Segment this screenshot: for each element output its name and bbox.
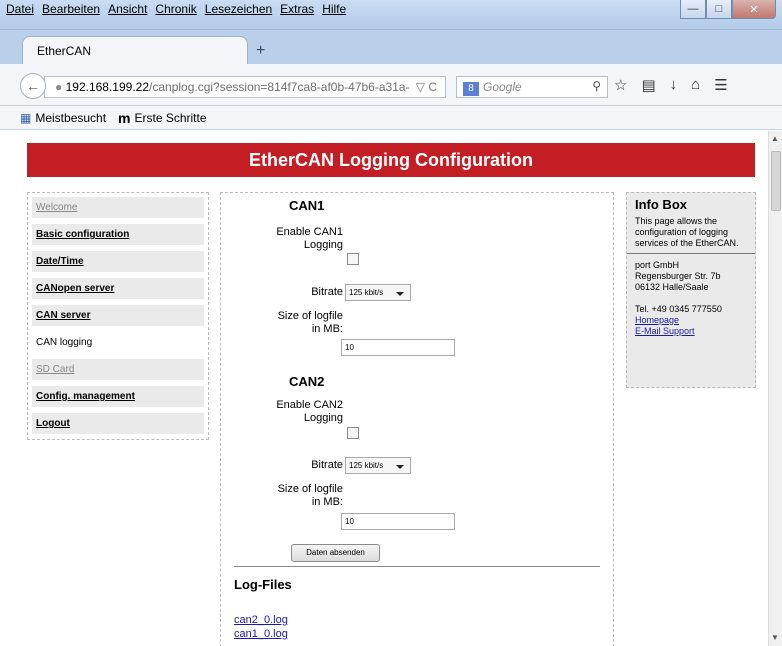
url-bar[interactable]: ● 192.168.199.22/canplog.cgi?session=814…	[44, 76, 446, 98]
search-input[interactable]: 8 Google ⚲	[456, 76, 608, 98]
menu-datei[interactable]: Datei	[6, 2, 34, 16]
can1-size-input[interactable]: 10	[341, 339, 455, 356]
can2-enable-checkbox[interactable]	[347, 427, 359, 439]
infobox-phone: Tel. +49 0345 777550	[635, 304, 722, 314]
search-placeholder: Google	[483, 80, 522, 94]
sidebar-item-can-logging[interactable]: CAN logging	[32, 332, 204, 353]
reading-list-icon[interactable]: ▤	[641, 76, 655, 94]
download-icon[interactable]: ↓	[670, 76, 678, 94]
menu-lesezeichen[interactable]: Lesezeichen	[205, 2, 272, 16]
submit-button[interactable]: Daten absenden	[291, 544, 380, 562]
can1-enable-checkbox[interactable]	[347, 253, 359, 265]
logfile-link-can1[interactable]: can1_0.log	[234, 628, 288, 640]
minimize-icon[interactable]: —	[680, 0, 706, 19]
sidebar-item-config-management[interactable]: Config. management	[32, 386, 204, 407]
can2-heading: CAN2	[289, 374, 325, 389]
bookmark-folder-icon: ▦	[20, 110, 32, 125]
url-path: /canplog.cgi?session=814f7ca8-af0b-47b6-…	[149, 80, 410, 94]
page-content: EtherCAN Logging Configuration Welcome B…	[0, 131, 768, 646]
globe-icon: ●	[55, 80, 63, 94]
can1-heading: CAN1	[289, 198, 325, 213]
bookmark-label: Meistbesucht	[35, 110, 107, 125]
email-support-link[interactable]: E-Mail Support	[635, 326, 747, 337]
divider	[234, 566, 600, 567]
can2-size-label: Size of logfile in MB:	[277, 483, 343, 508]
toolbar-icons: ☆ ▤ ↓ ⌂ ☰	[614, 76, 728, 94]
tab-ethercan[interactable]: EtherCAN	[22, 36, 248, 64]
google-icon: 8	[463, 82, 479, 96]
infobox-divider	[627, 253, 755, 254]
menu-icon[interactable]: ☰	[714, 76, 727, 94]
info-box: Info Box This page allows the configurat…	[626, 192, 756, 388]
can1-enable-label: Enable CAN1 Logging	[276, 226, 343, 251]
can1-size-label: Size of logfile in MB:	[277, 310, 343, 335]
new-tab-icon[interactable]: +	[256, 42, 265, 60]
close-icon[interactable]: ✕	[732, 0, 776, 19]
sidebar-item-welcome[interactable]: Welcome	[32, 197, 204, 218]
logging-form: CAN1 Enable CAN1 Logging Bitrate 125 kbi…	[220, 192, 614, 646]
window-controls: — □ ✕	[680, 0, 776, 19]
infobox-city: 06132 Halle/Saale	[635, 282, 709, 292]
page-title: EtherCAN Logging Configuration	[27, 143, 755, 177]
sidebar-item-date-time[interactable]: Date/Time	[32, 251, 204, 272]
home-icon[interactable]: ⌂	[691, 76, 700, 94]
back-arrow-icon[interactable]: ←	[20, 73, 46, 99]
scroll-up-icon[interactable]: ▲	[771, 134, 779, 143]
logfile-link-can2[interactable]: can2_0.log	[234, 614, 288, 626]
sidebar-item-can-server[interactable]: CAN server	[32, 305, 204, 326]
menu-chronik[interactable]: Chronik	[155, 2, 196, 16]
logfiles-heading: Log-Files	[234, 577, 292, 592]
menu-extras[interactable]: Extras	[280, 2, 314, 16]
scroll-down-icon[interactable]: ▼	[771, 633, 779, 642]
infobox-company: port GmbH	[635, 260, 680, 270]
menu-bar: Datei Bearbeiten Ansicht Chronik Lesezei…	[6, 2, 346, 16]
mozilla-icon: m	[118, 109, 131, 126]
sidebar-item-canopen-server[interactable]: CANopen server	[32, 278, 204, 299]
bookmark-erste-schritte[interactable]: m Erste Schritte	[118, 109, 207, 126]
can2-size-input[interactable]: 10	[341, 513, 455, 530]
maximize-icon[interactable]: □	[706, 0, 732, 19]
scroll-thumb[interactable]	[771, 151, 781, 211]
star-icon[interactable]: ☆	[614, 76, 627, 94]
url-host: 192.168.199.22	[65, 80, 150, 94]
menu-ansicht[interactable]: Ansicht	[108, 2, 147, 16]
can1-bitrate-label: Bitrate	[311, 286, 343, 298]
reload-icon[interactable]: ▽ C	[416, 80, 437, 94]
search-icon[interactable]: ⚲	[592, 79, 601, 93]
sidebar-nav: Welcome Basic configuration Date/Time CA…	[27, 192, 209, 440]
bookmark-label: Erste Schritte	[134, 110, 207, 125]
sidebar-item-logout[interactable]: Logout	[32, 413, 204, 434]
sidebar-item-basic-configuration[interactable]: Basic configuration	[32, 224, 204, 245]
page-scrollbar[interactable]: ▲ ▼	[768, 131, 782, 646]
can2-enable-label: Enable CAN2 Logging	[276, 399, 343, 424]
bookmarks-bar: ▦ Meistbesucht m Erste Schritte	[0, 106, 782, 130]
homepage-link[interactable]: Homepage	[635, 315, 747, 326]
can2-bitrate-select[interactable]: 125 kbit/s	[345, 457, 411, 474]
infobox-title: Info Box	[635, 197, 687, 212]
window-titlebar: Datei Bearbeiten Ansicht Chronik Lesezei…	[0, 0, 782, 30]
sidebar-item-sd-card[interactable]: SD Card	[32, 359, 204, 380]
menu-bearbeiten[interactable]: Bearbeiten	[42, 2, 100, 16]
can1-bitrate-select[interactable]: 125 kbit/s	[345, 284, 411, 301]
can2-bitrate-label: Bitrate	[311, 459, 343, 471]
infobox-description: This page allows the configuration of lo…	[635, 216, 739, 248]
bookmark-meistbesucht[interactable]: ▦ Meistbesucht	[20, 110, 106, 125]
infobox-street: Regensburger Str. 7b	[635, 271, 721, 281]
tab-strip: EtherCAN +	[0, 30, 782, 64]
menu-hilfe[interactable]: Hilfe	[322, 2, 346, 16]
navigation-bar: ● 192.168.199.22/canplog.cgi?session=814…	[0, 64, 782, 106]
